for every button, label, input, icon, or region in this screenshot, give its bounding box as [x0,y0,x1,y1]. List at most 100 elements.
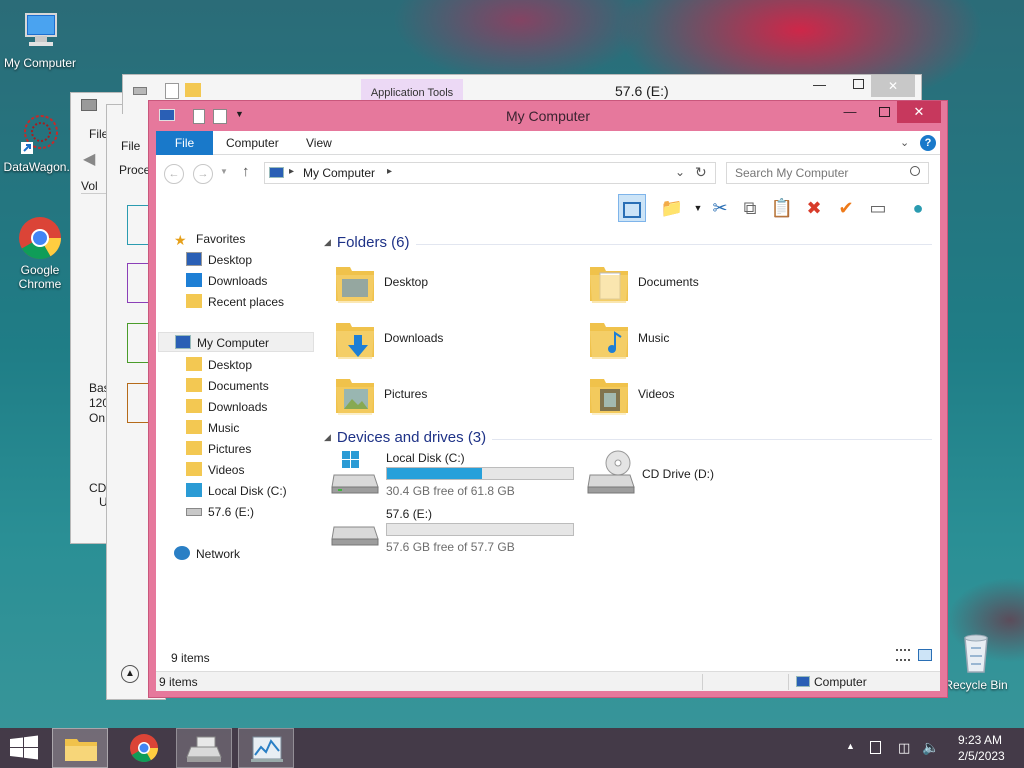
close-button[interactable]: ✕ [897,101,941,123]
chevron-up-icon[interactable]: ▲ [121,665,139,683]
maximize-icon[interactable] [853,79,864,89]
nav-label: Desktop [208,253,253,267]
drive-e[interactable]: 57.6 (E:) 57.6 GB free of 57.7 GB [330,505,590,561]
properties-icon[interactable]: 📁 [658,194,686,222]
item-count: 9 items [159,675,198,689]
nav-label: Documents [208,379,269,393]
address-dropdown-icon[interactable]: ⌄ [675,165,685,179]
nav-downloads[interactable]: Downloads [186,397,267,417]
tab-file[interactable]: File [156,131,213,155]
nav-documents[interactable]: Documents [186,376,269,396]
nav-label: Downloads [208,400,268,414]
folder-music[interactable]: Music [588,315,818,365]
title-bar[interactable]: ▼ My Computer — ✕ [149,101,947,131]
taskbar-chrome[interactable] [116,728,172,768]
nav-favorites-desktop[interactable]: Desktop [186,250,252,270]
desktop-icon-label: Recycle Bin [944,678,1008,692]
folder-desktop[interactable]: Desktop [334,259,564,309]
back-arrow-icon[interactable]: ◀ [83,149,95,169]
action-center-icon[interactable] [870,741,881,754]
search-icon[interactable] [910,166,920,176]
folder-documents[interactable]: Documents [588,259,818,309]
tab-computer[interactable]: Computer [214,131,291,155]
chevron-down-icon[interactable]: ⌄ [900,136,909,149]
desktop-icon-recycle-bin[interactable]: Recycle Bin [936,630,1016,692]
nav-music[interactable]: Music [186,418,239,438]
delete-icon[interactable]: ✖ [800,194,828,222]
nav-label: 57.6 (E:) [208,505,255,519]
file-menu[interactable]: File [121,139,140,153]
nav-drive-e[interactable]: 57.6 (E:) [186,502,254,522]
network-globe-icon[interactable]: ● [904,194,932,222]
nav-favorites-downloads[interactable]: Downloads [186,271,267,291]
copy-icon[interactable]: ⧉ [736,194,764,222]
task-manager-icon [251,736,283,762]
nav-recent-places[interactable]: Recent places [186,292,284,312]
taskbar-disk-management[interactable] [176,728,232,768]
refresh-icon[interactable]: ↻ [695,164,707,181]
nav-desktop[interactable]: Desktop [186,355,252,375]
show-hidden-icons[interactable]: ▲ [846,741,855,751]
nav-favorites[interactable]: ★ Favorites [174,229,245,249]
taskbar-file-explorer[interactable] [52,728,108,768]
tab-view[interactable]: View [294,131,344,155]
help-icon[interactable]: ? [920,135,936,151]
clock-date[interactable]: 2/5/2023 [958,749,1005,763]
folder-downloads[interactable]: Downloads [334,315,564,365]
nav-label: Pictures [208,442,252,456]
large-icons-view-icon[interactable] [918,649,932,661]
nav-videos[interactable]: Videos [186,460,244,480]
minimize-icon[interactable]: — [813,77,826,92]
forward-button[interactable]: → [193,164,213,184]
desktop-icon-my-computer[interactable]: My Computer [0,8,80,70]
minimize-button[interactable]: — [835,101,865,123]
desktop-icon-google-chrome[interactable]: Google Chrome [0,215,80,291]
breadcrumb-my-computer[interactable]: My Computer [303,166,375,180]
nav-my-computer[interactable]: My Computer [158,332,314,352]
collapse-icon[interactable]: ◢ [324,237,331,247]
taskbar-task-manager[interactable] [238,728,294,768]
clock-time[interactable]: 9:23 AM [958,733,1002,747]
search-input[interactable]: Search My Computer [726,162,929,184]
drive-c[interactable]: Local Disk (C:) 30.4 GB free of 61.8 GB [330,449,590,505]
nav-label: Network [196,547,241,561]
rename-icon[interactable]: ▭ [864,194,892,222]
breadcrumb-separator-icon[interactable]: ▸ [387,166,392,177]
address-bar[interactable]: ▸ My Computer ▸ ⌄ ↻ [264,162,716,184]
disk-management-icon [186,736,222,762]
recent-locations-icon[interactable]: ▼ [220,167,228,176]
cut-icon[interactable]: ✂ [706,194,734,222]
close-icon[interactable]: ✕ [871,75,915,97]
properties-icon[interactable] [165,83,179,99]
volume-icon[interactable]: 🔈 [922,739,939,756]
network-status-icon[interactable]: ◫ [898,740,910,756]
my-computer-window[interactable]: ▼ My Computer — ✕ File Computer View ⌄ ?… [148,100,948,698]
checkmark-icon[interactable]: ✔ [832,194,860,222]
up-arrow-icon[interactable]: ↑ [242,163,250,180]
drive-name: 57.6 (E:) [386,507,433,521]
folder-pictures[interactable]: Pictures [334,371,564,421]
nav-pictures[interactable]: Pictures [186,439,251,459]
back-button[interactable]: ← [164,164,184,184]
nav-local-disk-c[interactable]: Local Disk (C:) [186,481,287,501]
recycle-bin-icon [953,630,999,676]
navigation-pane: ★ Favorites Desktop Downloads Recent plac… [156,225,316,645]
folder-icon[interactable] [185,83,201,97]
start-button[interactable] [0,728,56,768]
preview-pane-icon[interactable] [618,194,646,222]
processes-tab[interactable]: Proce [119,163,150,177]
folder-videos[interactable]: Videos [588,371,818,421]
breadcrumb-separator-icon[interactable]: ▸ [289,166,294,177]
maximize-button[interactable] [869,101,899,123]
collapse-icon[interactable]: ◢ [324,432,331,442]
paste-icon[interactable]: 📋 [768,194,796,222]
status-bar-inner: 9 items [156,645,940,665]
drive-d[interactable]: CD Drive (D:) [586,449,786,505]
group-header-devices[interactable]: ◢ Devices and drives (3) [324,429,486,446]
videos-folder-icon [590,379,628,415]
group-header-folders[interactable]: ◢ Folders (6) [324,234,409,251]
nav-network[interactable]: Network [174,544,240,564]
desktop-icon-datawagon[interactable]: DataWagon... [0,112,80,174]
desktop-icon-label: DataWagon... [3,160,77,174]
details-view-icon[interactable] [896,649,910,661]
